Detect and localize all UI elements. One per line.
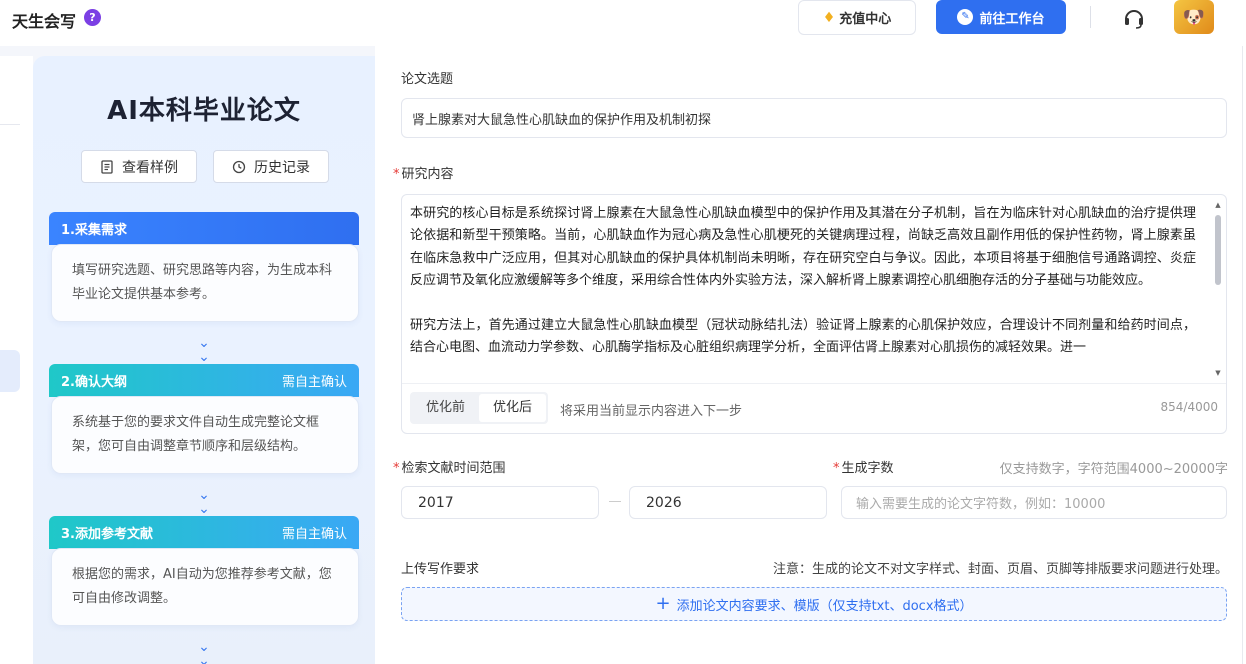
step-title: 3.添加参考文献 bbox=[61, 527, 153, 542]
topic-label: 论文选题 bbox=[401, 72, 454, 87]
step-header: 3.添加参考文献 需自主确认 bbox=[49, 516, 359, 549]
upload-note: 注意：生成的论文不对文字样式、封面、页眉、页脚等排版要求问题进行处理。 bbox=[772, 562, 1228, 577]
step-description: 根据您的需求，AI自动为您推荐参考文献，您可自由修改调整。 bbox=[51, 548, 359, 626]
recharge-label: 充值中心 bbox=[839, 12, 892, 27]
step-header: 2.确认大纲 需自主确认 bbox=[49, 364, 359, 397]
step-card-2: 2.确认大纲 需自主确认 系统基于您的要求文件自动生成完整论文框架，您可自由调整… bbox=[49, 364, 359, 474]
step-tag: 需自主确认 bbox=[281, 375, 347, 390]
step-card-3: 3.添加参考文献 需自主确认 根据您的需求，AI自动为您推荐参考文献，您可自由修… bbox=[49, 516, 359, 626]
step-title: 1.采集需求 bbox=[61, 223, 127, 238]
content-hint: 将采用当前显示内容进入下一步 bbox=[560, 404, 743, 419]
year-start-input[interactable]: 2017 bbox=[401, 486, 599, 519]
thesis-form: 论文选题 肾上腺素对大鼠急性心肌缺血的保护作用及机制初探 * 研究内容 本研究的核… bbox=[375, 46, 1246, 664]
optimize-toggle: 优化前 优化后 bbox=[410, 392, 548, 424]
word-count-label: * 生成字数 bbox=[833, 457, 894, 476]
scroll-up-icon[interactable]: ▲ bbox=[1214, 201, 1222, 209]
headset-icon[interactable] bbox=[1122, 6, 1146, 30]
content-paragraph: 本研究的核心目标是系统探讨肾上腺素在大鼠急性心肌缺血模型中的保护作用及其潜在分子… bbox=[410, 206, 1196, 289]
chevron-down-icon: ⌄ ⌄ bbox=[198, 335, 210, 365]
year-end-input[interactable]: 2026 bbox=[629, 486, 827, 519]
required-mark: * bbox=[833, 461, 840, 476]
topic-input[interactable]: 肾上腺素对大鼠急性心肌缺血的保护作用及机制初探 bbox=[401, 98, 1227, 138]
workbench-icon: ✎ bbox=[957, 9, 974, 25]
sidebar-item-selected[interactable] bbox=[0, 350, 20, 392]
step-header: 1.采集需求 bbox=[49, 212, 359, 245]
tab-after-optimize[interactable]: 优化后 bbox=[479, 394, 546, 422]
diamond-icon: ♦ bbox=[822, 9, 836, 26]
step-description: 系统基于您的要求文件自动生成完整论文框架，您可自由调整章节顺序和层级结构。 bbox=[51, 396, 359, 474]
history-icon bbox=[232, 160, 246, 173]
go-to-workbench-button[interactable]: ✎ 前往工作台 bbox=[936, 0, 1066, 34]
scroll-thumb[interactable] bbox=[1215, 215, 1221, 285]
upload-label: 上传写作要求 bbox=[401, 562, 480, 577]
header-divider bbox=[1090, 6, 1091, 28]
recharge-button[interactable]: ♦ 充值中心 bbox=[798, 0, 916, 35]
top-bar: 天生会写 ? ♦ 充值中心 ✎ 前往工作台 🐶 bbox=[0, 0, 1246, 46]
upload-button-label: 添加论文内容要求、模版（仅支持txt、docx格式） bbox=[676, 598, 973, 614]
word-count-hint: 仅支持数字，字符范围4000~20000字 bbox=[999, 462, 1228, 477]
step-description: 填写研究选题、研究思路等内容，为生成本科毕业论文提供基本参考。 bbox=[51, 244, 359, 322]
plus-icon: + bbox=[655, 593, 671, 614]
sidebar-divider bbox=[0, 124, 20, 125]
chevron-down-icon: ⌄ ⌄ bbox=[198, 639, 210, 664]
brand-title: 天生会写 bbox=[12, 12, 77, 31]
content-label-text: 研究内容 bbox=[401, 167, 454, 182]
steps-panel: AI本科毕业论文 查看样例 历史记录 1.采集需求 填写研究选题、研究思路等内容… bbox=[33, 56, 375, 664]
date-range-label: * 检索文献时间范围 bbox=[393, 457, 506, 476]
avatar-icon[interactable]: 🐶 bbox=[1174, 0, 1214, 34]
research-content-textarea[interactable]: 本研究的核心目标是系统探讨肾上腺素在大鼠急性心肌缺血模型中的保护作用及其潜在分子… bbox=[401, 194, 1227, 434]
workbench-label: 前往工作台 bbox=[979, 11, 1045, 27]
research-content-text[interactable]: 本研究的核心目标是系统探讨肾上腺素在大鼠急性心肌缺血模型中的保护作用及其潜在分子… bbox=[410, 203, 1196, 379]
content-paragraph: 研究方法上，首先通过建立大鼠急性心肌缺血模型（冠状动脉结扎法）验证肾上腺素的心肌… bbox=[410, 317, 1196, 356]
word-count-label-text: 生成字数 bbox=[841, 461, 894, 476]
upload-requirements-button[interactable]: + 添加论文内容要求、模版（仅支持txt、docx格式） bbox=[401, 587, 1227, 621]
panel-title: AI本科毕业论文 bbox=[107, 96, 301, 126]
tab-before-optimize[interactable]: 优化前 bbox=[412, 394, 479, 422]
range-separator bbox=[609, 501, 621, 502]
view-sample-label: 查看样例 bbox=[122, 159, 178, 176]
char-counter: 854/4000 bbox=[1160, 400, 1219, 414]
scroll-down-icon[interactable]: ▼ bbox=[1214, 369, 1222, 377]
left-sidebar bbox=[0, 56, 33, 664]
history-button[interactable]: 历史记录 bbox=[213, 150, 329, 183]
step-tag: 需自主确认 bbox=[281, 527, 347, 542]
required-mark: * bbox=[393, 167, 400, 182]
content-footer: 优化前 优化后 将采用当前显示内容进入下一步 854/4000 bbox=[402, 383, 1226, 433]
help-icon[interactable]: ? bbox=[84, 9, 101, 26]
view-sample-button[interactable]: 查看样例 bbox=[81, 150, 197, 183]
document-icon bbox=[101, 159, 113, 174]
history-label: 历史记录 bbox=[254, 159, 310, 176]
date-range-label-text: 检索文献时间范围 bbox=[401, 461, 506, 476]
step-card-1: 1.采集需求 填写研究选题、研究思路等内容，为生成本科毕业论文提供基本参考。 bbox=[49, 212, 359, 322]
required-mark: * bbox=[393, 461, 400, 476]
page-edge bbox=[1242, 46, 1243, 664]
content-label: * 研究内容 bbox=[393, 163, 454, 182]
chevron-down-icon: ⌄ ⌄ bbox=[198, 487, 210, 517]
word-count-input[interactable]: 输入需要生成的论文字符数，例如：10000 bbox=[841, 486, 1227, 519]
step-title: 2.确认大纲 bbox=[61, 375, 127, 390]
content-scrollbar[interactable]: ▲ ▼ bbox=[1214, 201, 1222, 377]
